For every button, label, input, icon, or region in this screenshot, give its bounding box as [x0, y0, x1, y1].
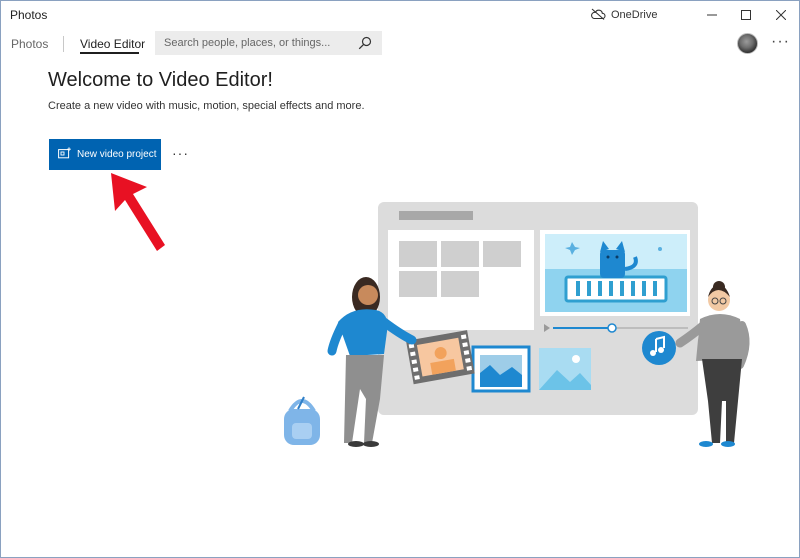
onedrive-button[interactable]: OneDrive: [590, 6, 657, 24]
top-toolbar: Photos Video Editor Search people, place…: [1, 29, 799, 59]
close-button[interactable]: [763, 1, 799, 29]
tab-photos[interactable]: Photos: [11, 37, 48, 51]
active-tab-indicator: [80, 52, 139, 54]
more-actions-icon[interactable]: ···: [172, 145, 189, 161]
page-title: Welcome to Video Editor!: [48, 69, 273, 91]
tab-video-editor[interactable]: Video Editor: [80, 37, 145, 51]
page-subtitle: Create a new video with music, motion, s…: [48, 100, 365, 112]
app-title: Photos: [10, 8, 48, 22]
tab-divider: [63, 36, 64, 52]
search-placeholder: Search people, places, or things...: [164, 37, 331, 49]
onedrive-cloud-icon: [590, 8, 606, 23]
maximize-button[interactable]: [728, 1, 764, 29]
new-video-project-button[interactable]: New video project: [49, 139, 161, 170]
app-window: Photos OneDrive Photos Video Editor Sear…: [0, 0, 800, 558]
maximize-icon: [741, 10, 751, 20]
more-options-icon[interactable]: ···: [771, 33, 790, 51]
video-editor-illustration: [284, 202, 750, 447]
title-bar: Photos OneDrive: [1, 1, 799, 29]
minimize-icon: [707, 14, 717, 16]
minimize-button[interactable]: [694, 1, 730, 29]
search-icon[interactable]: [358, 36, 372, 55]
new-video-icon: [58, 147, 71, 162]
close-icon: [776, 10, 786, 20]
avatar[interactable]: [737, 33, 758, 54]
new-video-project-label: New video project: [77, 149, 157, 160]
annotation-arrow: [111, 173, 165, 251]
search-input[interactable]: Search people, places, or things...: [155, 31, 382, 55]
onedrive-label: OneDrive: [611, 9, 658, 21]
